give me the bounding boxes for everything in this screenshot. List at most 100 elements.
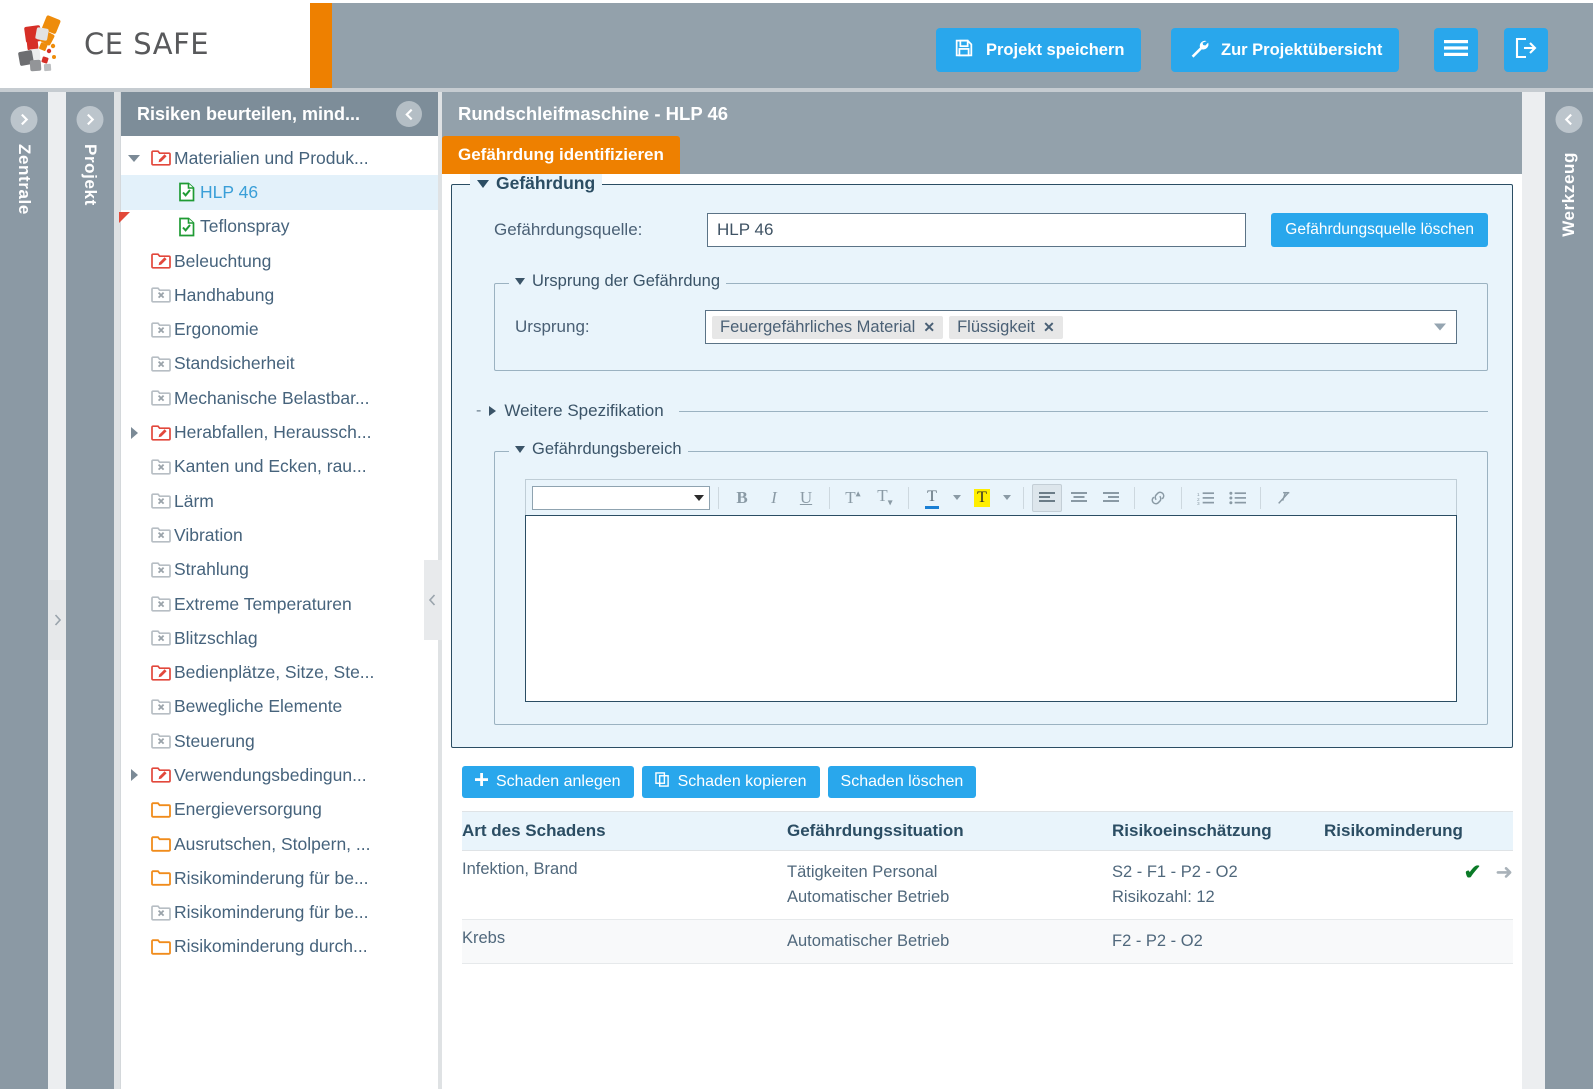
ordered-list-icon[interactable]: 1 2 3 xyxy=(1190,484,1220,512)
delete-damage-label: Schaden löschen xyxy=(840,773,964,790)
tree-item-risikominderung-durch[interactable]: Risikominderung durch... xyxy=(121,930,438,964)
remove-tag-icon[interactable]: ✕ xyxy=(1043,319,1055,336)
tree-item-ausrutschen-stolpern[interactable]: Ausrutschen, Stolpern, ... xyxy=(121,827,438,861)
tree-item-beleuchtung[interactable]: Beleuchtung xyxy=(121,244,438,278)
align-right-icon[interactable] xyxy=(1096,484,1126,512)
main-content: Rundschleifmaschine - HLP 46 Gefährdung … xyxy=(442,92,1522,1089)
bold-icon[interactable]: B xyxy=(727,484,757,512)
sidebar-rail-zentrale[interactable]: Zentrale xyxy=(0,92,48,1089)
clear-format-icon[interactable] xyxy=(1269,484,1299,512)
folder-x-gray-icon xyxy=(147,698,174,716)
italic-icon[interactable]: I xyxy=(759,484,789,512)
chevron-right-icon[interactable] xyxy=(10,106,38,133)
situation-line: Tätigkeiten Personal xyxy=(787,863,938,881)
tree-item-standsicherheit[interactable]: Standsicherheit xyxy=(121,347,438,381)
top-header: CE SAFE Projekt speichern Zur Projektübe… xyxy=(0,0,1593,92)
chevron-down-icon xyxy=(477,179,489,188)
superscript-icon[interactable]: T▴ xyxy=(838,484,868,512)
chevron-down-icon[interactable] xyxy=(1434,323,1446,331)
subscript-icon[interactable]: T▾ xyxy=(870,484,900,512)
delete-damage-button[interactable]: Schaden löschen xyxy=(827,766,977,798)
rail-collapse-handle-left[interactable] xyxy=(48,580,66,660)
project-overview-button[interactable]: Zur Projektübersicht xyxy=(1171,28,1400,72)
delete-source-button[interactable]: Gefährdungsquelle löschen xyxy=(1271,213,1488,247)
editor-content-area[interactable] xyxy=(525,515,1457,702)
tree-item-risikominderung-f-r-be[interactable]: Risikominderung für be... xyxy=(121,896,438,930)
menu-button[interactable] xyxy=(1434,28,1478,72)
origin-tag-label: Feuergefährliches Material xyxy=(720,317,916,336)
tree-item-materialien-und-produk[interactable]: Materialien und Produk... xyxy=(121,141,438,175)
tree-twisty[interactable] xyxy=(121,769,147,782)
tree-item-blitzschlag[interactable]: Blitzschlag xyxy=(121,621,438,655)
tree-item-herabfallen-heraussch[interactable]: Herabfallen, Heraussch... xyxy=(121,415,438,449)
source-input[interactable] xyxy=(707,213,1247,247)
ursprung-legend[interactable]: Ursprung der Gefährdung xyxy=(509,272,727,291)
table-row[interactable]: Krebs Automatischer Betrieb F2 - P2 - O2 xyxy=(462,919,1513,964)
form-area: Gefährdung Gefährdungsquelle: Gefährdung… xyxy=(442,174,1522,1089)
brand-logo: CE SAFE xyxy=(0,0,310,88)
tree-twisty[interactable] xyxy=(121,426,147,439)
weitere-spezifikation-row[interactable]: - Weitere Spezifikation xyxy=(476,401,1488,421)
underline-icon[interactable]: U xyxy=(791,484,821,512)
save-project-button[interactable]: Projekt speichern xyxy=(936,28,1142,72)
copy-damage-button[interactable]: Schaden kopieren xyxy=(641,766,820,798)
toolbar-divider xyxy=(1023,486,1024,509)
tree-item-steuerung[interactable]: Steuerung xyxy=(121,724,438,758)
tree-twisty[interactable] xyxy=(121,154,147,162)
text-color-icon[interactable]: T xyxy=(917,484,947,512)
remove-tag-icon[interactable]: ✕ xyxy=(923,319,935,336)
column-gefaehrdungssituation: Gefährdungssituation xyxy=(787,811,1112,851)
tab-gefaehrdung-identifizieren[interactable]: Gefährdung identifizieren xyxy=(442,136,680,174)
cell-risk: F2 - P2 - O2 xyxy=(1112,919,1324,964)
create-damage-button[interactable]: Schaden anlegen xyxy=(462,766,634,798)
origin-tag[interactable]: Feuergefährliches Material ✕ xyxy=(712,315,944,339)
align-left-icon[interactable] xyxy=(1032,483,1062,512)
sidebar-rail-projekt[interactable]: Projekt xyxy=(66,92,114,1089)
bullet-list-icon[interactable] xyxy=(1222,484,1252,512)
tree-item-mechanische-belastbar[interactable]: Mechanische Belastbar... xyxy=(121,381,438,415)
table-body: Infektion, Brand Tätigkeiten Personal Auto… xyxy=(462,850,1513,964)
tree-item-vibration[interactable]: Vibration xyxy=(121,518,438,552)
gefaehrdungsbereich-legend[interactable]: Gefährdungsbereich xyxy=(509,440,688,459)
tree-item-label: Ausrutschen, Stolpern, ... xyxy=(174,833,371,854)
tree-item-bewegliche-elemente[interactable]: Bewegliche Elemente xyxy=(121,690,438,724)
origin-tag[interactable]: Flüssigkeit ✕ xyxy=(949,315,1063,339)
highlight-color-dropdown-icon[interactable] xyxy=(999,484,1015,512)
chevron-left-icon[interactable] xyxy=(1555,106,1583,133)
tree-item-ergonomie[interactable]: Ergonomie xyxy=(121,312,438,346)
link-icon[interactable] xyxy=(1143,484,1173,512)
sidebar-rail-werkzeug[interactable]: Werkzeug xyxy=(1545,92,1593,1089)
paragraph-style-select[interactable] xyxy=(532,485,710,510)
text-color-dropdown-icon[interactable] xyxy=(949,484,965,512)
tree-item-l-rm[interactable]: Lärm xyxy=(121,484,438,518)
table-row[interactable]: Infektion, Brand Tätigkeiten Personal Auto… xyxy=(462,850,1513,920)
header-toolbar: Projekt speichern Zur Projektübersicht xyxy=(332,3,1593,88)
logout-button[interactable] xyxy=(1504,28,1548,72)
gefaehrdung-legend[interactable]: Gefährdung xyxy=(470,174,603,194)
tree-item-label: Ergonomie xyxy=(174,319,259,340)
tree-collapse-handle[interactable] xyxy=(424,560,442,640)
approve-icon[interactable]: ✔ xyxy=(1464,861,1482,884)
tree-collapse-icon[interactable] xyxy=(396,101,422,127)
tree-header: Risiken beurteilen, mind... xyxy=(121,92,438,136)
tree-item-hlp-46[interactable]: HLP 46 xyxy=(121,175,438,210)
highlight-color-icon[interactable]: T xyxy=(967,484,997,512)
folder-x-gray-icon xyxy=(147,561,174,579)
table-header-row: Art des Schadens Gefährdungssituation Ri… xyxy=(462,811,1513,851)
tree-item-energieversorgung[interactable]: Energieversorgung xyxy=(121,793,438,827)
ursprung-multiselect[interactable]: Feuergefährliches Material ✕ Flüssigkeit ✕ xyxy=(705,310,1457,344)
tree-item-strahlung[interactable]: Strahlung xyxy=(121,553,438,587)
tree-item-handhabung[interactable]: Handhabung xyxy=(121,278,438,312)
gefaehrdung-legend-label: Gefährdung xyxy=(496,174,596,193)
tree-item-verwendungsbedingun[interactable]: Verwendungsbedingun... xyxy=(121,758,438,792)
chevron-right-icon[interactable] xyxy=(76,106,104,133)
tree-item-kanten-und-ecken-rau[interactable]: Kanten und Ecken, rau... xyxy=(121,450,438,484)
tree-item-teflonspray[interactable]: Teflonspray xyxy=(119,210,438,244)
align-center-icon[interactable] xyxy=(1064,484,1094,512)
goto-icon[interactable]: ➜ xyxy=(1495,861,1513,884)
tree-item-bedienpl-tze-sitze-ste[interactable]: Bedienplätze, Sitze, Ste... xyxy=(121,655,438,689)
folder-x-gray-icon xyxy=(147,732,174,750)
tree-item-extreme-temperaturen[interactable]: Extreme Temperaturen xyxy=(121,587,438,621)
tree-item-risikominderung-f-r-be[interactable]: Risikominderung für be... xyxy=(121,861,438,895)
rich-text-editor: B I U T▴ T▾ T T 1 2 3 xyxy=(525,479,1457,702)
